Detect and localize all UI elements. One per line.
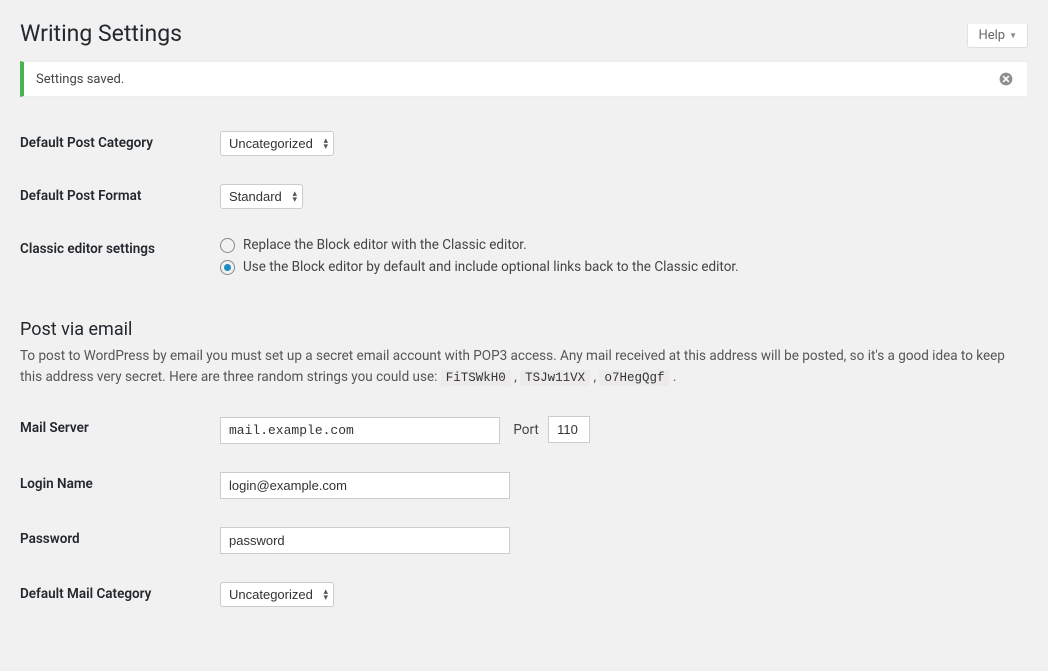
label-default-post-format: Default Post Format	[20, 170, 220, 223]
input-login-name[interactable]	[220, 472, 510, 499]
label-login-name: Login Name	[20, 458, 220, 513]
radio-label-classic-block-default: Use the Block editor by default and incl…	[243, 259, 739, 275]
label-classic-editor-settings: Classic editor settings	[20, 223, 220, 295]
random-string-1: FiTSWkH0	[441, 370, 511, 386]
input-password[interactable]	[220, 527, 510, 554]
post-via-email-description: To post to WordPress by email you must s…	[20, 346, 1028, 388]
notice-message: Settings saved.	[36, 72, 124, 87]
input-mail-server[interactable]	[220, 417, 500, 444]
help-label: Help	[978, 28, 1005, 43]
chevron-down-icon: ▼	[1009, 31, 1017, 40]
section-heading-post-via-email: Post via email	[20, 319, 1028, 340]
label-password: Password	[20, 513, 220, 568]
label-mail-server: Mail Server	[20, 402, 220, 458]
desc-text: To post to WordPress by email you must s…	[20, 348, 1005, 385]
label-default-post-category: Default Post Category	[20, 117, 220, 170]
select-default-post-format[interactable]: Standard	[220, 184, 303, 209]
select-default-mail-category[interactable]: Uncategorized	[220, 582, 334, 607]
label-default-mail-category: Default Mail Category	[20, 568, 220, 621]
radio-classic-replace[interactable]	[220, 238, 235, 253]
input-port[interactable]	[548, 416, 590, 443]
notice-dismiss-button[interactable]	[997, 70, 1015, 88]
radio-classic-block-default[interactable]	[220, 260, 235, 275]
notice-saved: Settings saved.	[20, 61, 1028, 97]
select-default-post-category[interactable]: Uncategorized	[220, 131, 334, 156]
close-icon	[998, 71, 1014, 87]
radio-label-classic-replace: Replace the Block editor with the Classi…	[243, 237, 527, 253]
random-string-2: TSJw11VX	[520, 370, 590, 386]
random-string-3: o7HegQgf	[599, 370, 669, 386]
label-port: Port	[513, 422, 538, 438]
page-title: Writing Settings	[20, 20, 1028, 47]
help-tab[interactable]: Help ▼	[967, 24, 1028, 48]
